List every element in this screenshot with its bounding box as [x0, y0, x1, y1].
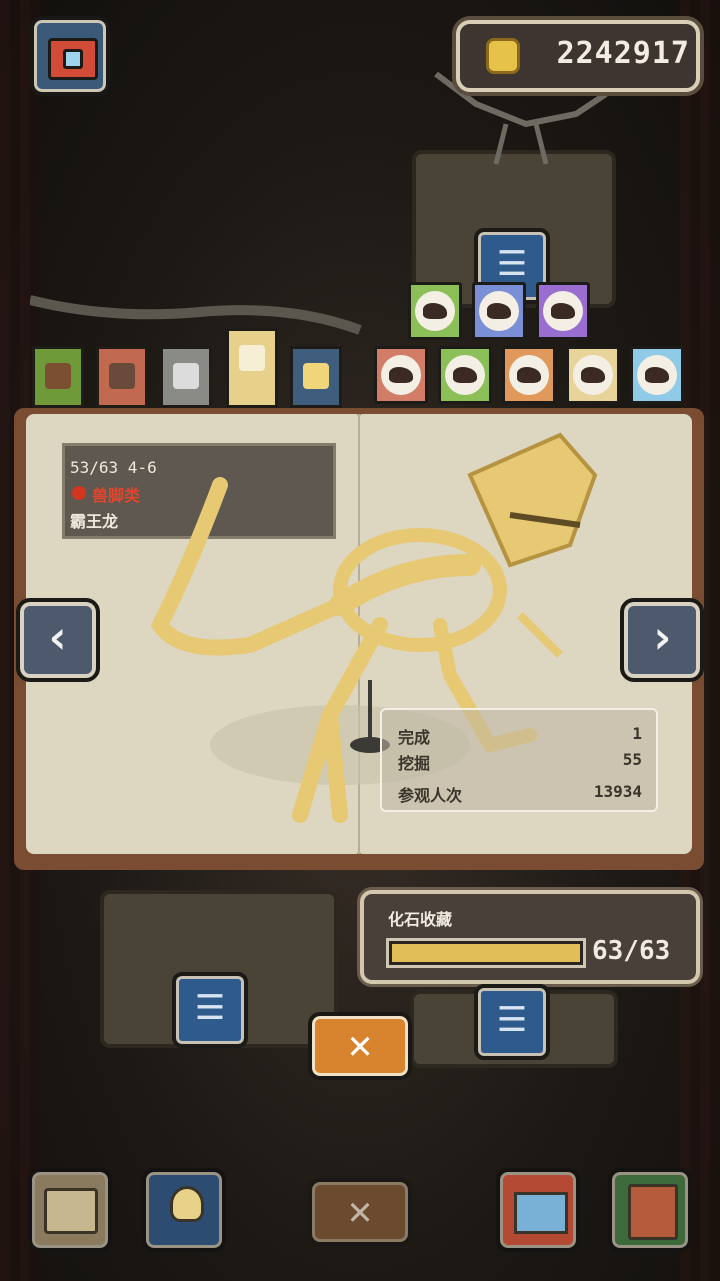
tab-gold[interactable] — [226, 328, 278, 408]
ammonite-filter-button[interactable] — [536, 282, 590, 340]
long-skeleton-silhouette — [28, 290, 370, 346]
category-dot-icon — [72, 486, 86, 500]
tab-wood[interactable] — [32, 346, 84, 408]
stegosaur-filter-button[interactable] — [502, 346, 556, 404]
ornithopod-filter-button[interactable] — [438, 346, 492, 404]
pterosaur-icon — [637, 355, 677, 395]
completed-value: 1 — [632, 724, 642, 743]
collection-title: 化石收藏 — [388, 910, 453, 929]
specimen-name: 霸王龙 — [70, 512, 119, 531]
collection-progress-fill — [392, 944, 580, 962]
collection-count: 63/63 — [592, 936, 671, 966]
tab-clay-icon — [109, 363, 135, 389]
tab-clay[interactable] — [96, 346, 148, 408]
sauropod-filter-button[interactable] — [408, 282, 462, 340]
pterosaur-filter-button[interactable] — [630, 346, 684, 404]
swap-button[interactable] — [28, 1168, 112, 1252]
journal-button[interactable] — [608, 1168, 692, 1252]
camera-button[interactable] — [30, 16, 110, 96]
camera-icon — [48, 38, 98, 80]
ceratopsian-filter-button[interactable] — [566, 346, 620, 404]
specimen-category: 兽脚类 — [92, 486, 141, 505]
map-button[interactable] — [496, 1168, 580, 1252]
previous-button[interactable]: ‹ — [16, 598, 100, 682]
swap-icon — [44, 1188, 98, 1234]
close-button[interactable]: ✕ — [308, 1012, 412, 1080]
tab-gold-icon — [239, 345, 265, 371]
theropod-filter-button[interactable] — [374, 346, 428, 404]
sauropod-icon — [415, 291, 455, 331]
chevron-left-icon: ‹ — [44, 610, 72, 664]
currency-amount: 2242917 — [556, 36, 690, 71]
plesiosaur-filter-button[interactable] — [472, 282, 526, 340]
list-button-right[interactable]: ☰ — [474, 984, 550, 1060]
close-button-bottom[interactable]: ✕ — [308, 1178, 412, 1246]
excavated-label: 挖掘 — [398, 754, 431, 773]
tab-stone[interactable] — [160, 346, 212, 408]
tab-blue-icon — [303, 363, 329, 389]
plesiosaur-icon — [479, 291, 519, 331]
ceratopsian-icon — [573, 355, 613, 395]
theropod-icon — [381, 355, 421, 395]
tab-stone-icon — [173, 363, 199, 389]
stegosaur-icon — [509, 355, 549, 395]
tab-blue[interactable] — [290, 346, 342, 408]
ammonite-icon — [543, 291, 583, 331]
tab-wood-icon — [45, 363, 71, 389]
visitors-value: 13934 — [593, 782, 642, 801]
map-icon — [514, 1192, 568, 1234]
visitors-label: 参观人次 — [398, 786, 463, 805]
hint-button[interactable] — [142, 1168, 226, 1252]
ornithopod-icon — [445, 355, 485, 395]
close-icon: ✕ — [347, 1022, 373, 1068]
next-button[interactable]: › — [620, 598, 704, 682]
list-button-left[interactable]: ☰ — [172, 972, 248, 1048]
book-icon — [628, 1184, 678, 1240]
excavated-value: 55 — [622, 750, 642, 769]
completed-label: 完成 — [398, 728, 431, 747]
lightbulb-icon — [170, 1186, 204, 1222]
close-icon: ✕ — [347, 1188, 373, 1234]
chevron-right-icon: › — [648, 610, 676, 664]
coin-icon — [486, 38, 520, 74]
